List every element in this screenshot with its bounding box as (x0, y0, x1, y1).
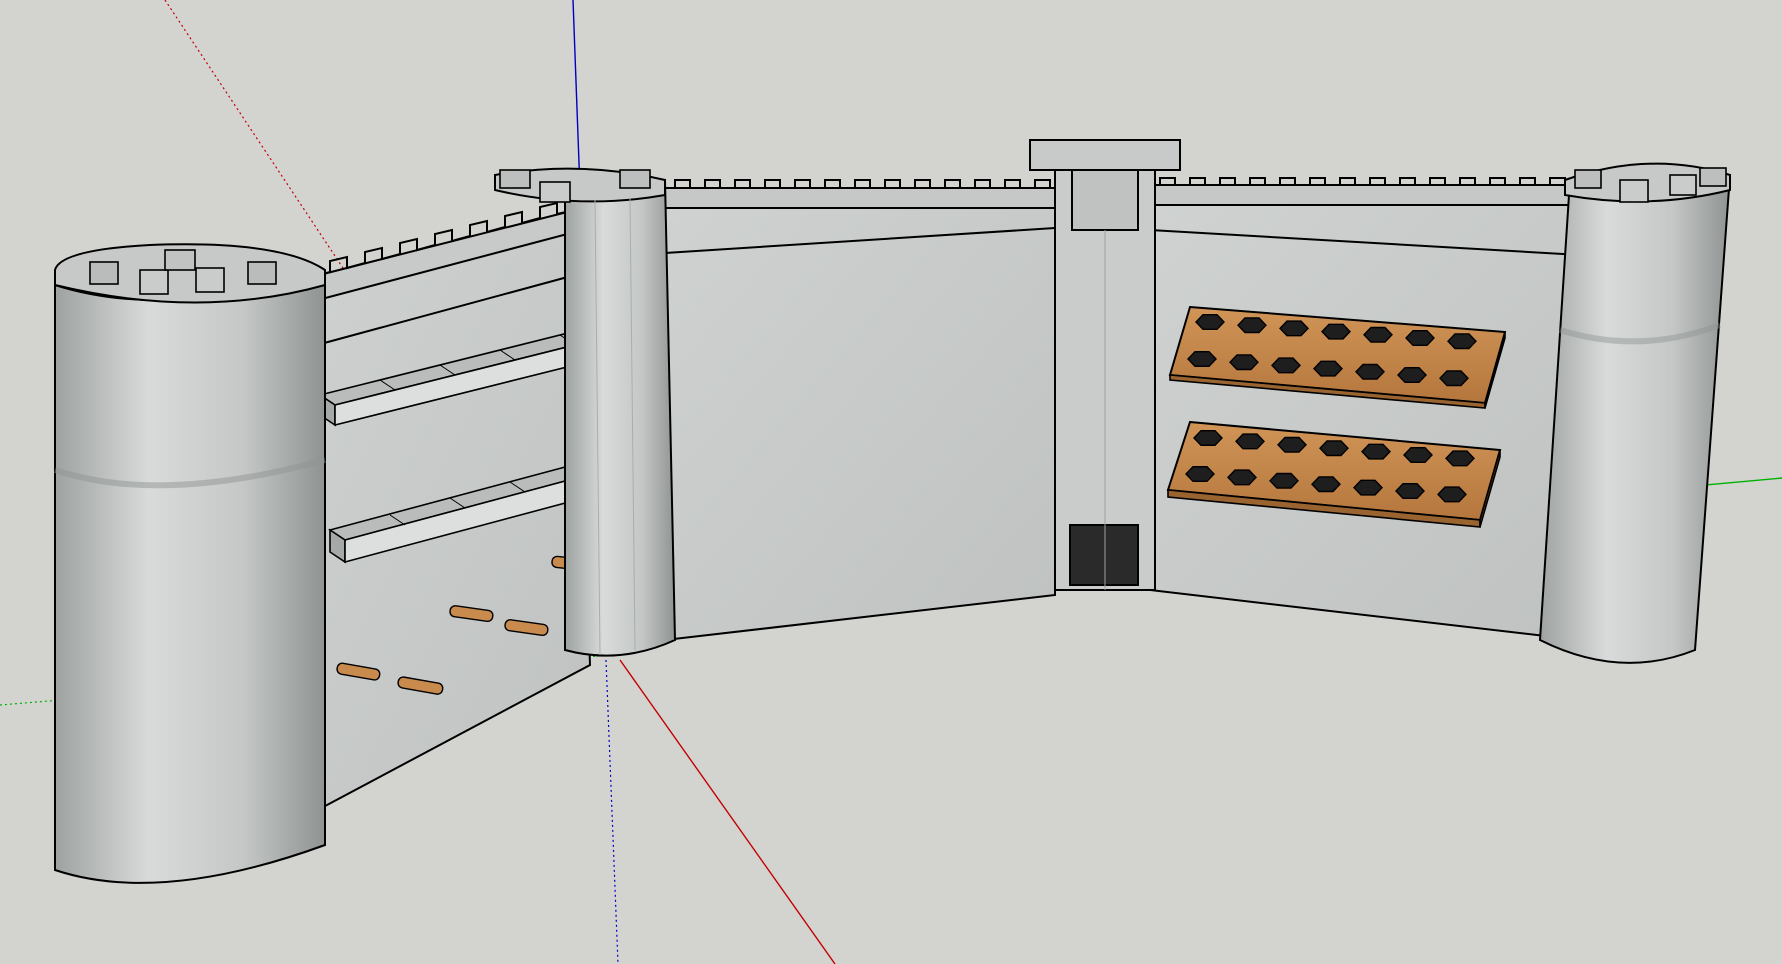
left-front-tower[interactable] (54, 243, 326, 884)
rack-hole (1237, 317, 1267, 334)
middle-wall[interactable] (664, 179, 1056, 642)
rack-hole (1229, 354, 1259, 371)
rack-hole (1193, 430, 1223, 446)
rack-hole (1187, 351, 1217, 367)
rack-hole (1269, 472, 1299, 489)
rack-hole (1319, 440, 1349, 457)
rack-hole (1277, 436, 1307, 453)
rack-hole (1235, 433, 1265, 450)
rack-hole (1195, 314, 1225, 330)
rack-hole (1279, 320, 1309, 337)
rack-hole (1321, 323, 1351, 340)
gate-doorway (1069, 524, 1139, 586)
rack-hole (1445, 450, 1475, 467)
rack-hole (1311, 476, 1341, 493)
right-tower[interactable] (1538, 162, 1732, 664)
blue-axis-icon (605, 659, 619, 964)
rack-hole (1353, 479, 1383, 496)
modeling-viewport[interactable] (0, 0, 1782, 964)
rack-hole (1447, 333, 1477, 350)
red-axis-icon (619, 659, 836, 964)
rack-hole (1227, 469, 1257, 486)
rack-hole (1363, 326, 1393, 343)
rack-hole (1361, 443, 1391, 460)
rack-hole (1395, 483, 1425, 499)
castle-model-scene[interactable] (0, 0, 1782, 964)
rack-hole (1355, 363, 1385, 380)
rack-hole (1397, 367, 1427, 383)
rack-hole (1185, 466, 1215, 482)
rack-hole (1313, 360, 1343, 377)
rack-hole (1271, 357, 1301, 374)
blue-axis-icon (572, 0, 581, 191)
right-wall[interactable] (1149, 177, 1581, 642)
rack-hole (1405, 330, 1435, 346)
rack-hole (1403, 447, 1433, 463)
rack-hole (1437, 486, 1467, 503)
rack-hole (1439, 370, 1469, 387)
